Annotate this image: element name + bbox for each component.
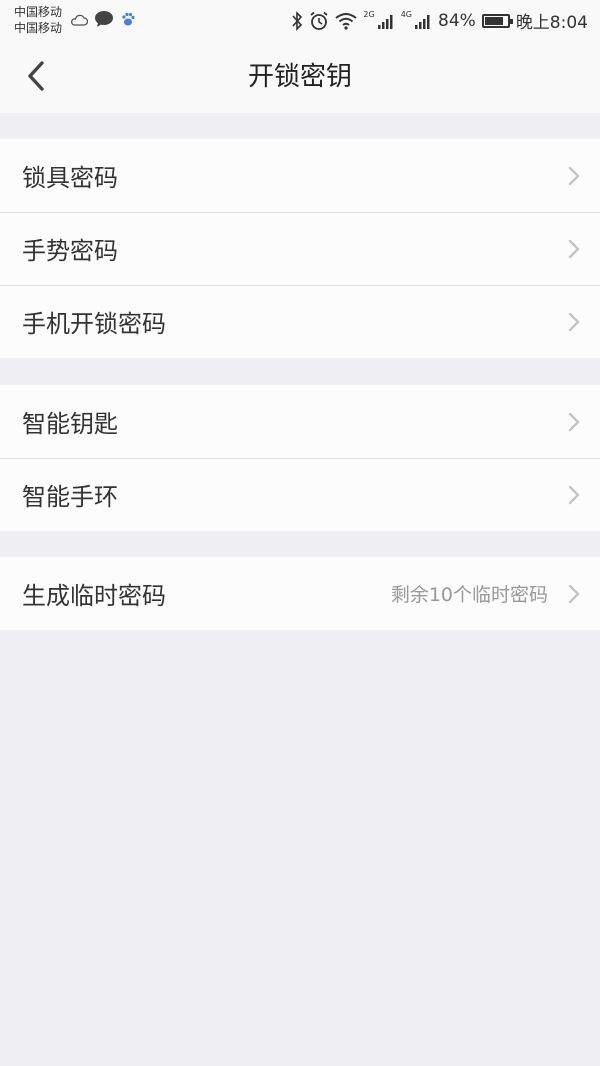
carrier-info: 中国移动 中国移动 <box>14 4 62 36</box>
phone-unlock-password-item[interactable]: 手机开锁密码 <box>0 285 600 358</box>
battery-level <box>484 16 503 25</box>
status-bar: 中国移动 中国移动 2G 4G 84% 晚上8:04 <box>0 0 600 40</box>
navigation-bar: 开锁密钥 <box>0 40 600 113</box>
network-type-2: 4G <box>400 9 413 19</box>
bluetooth-icon <box>291 10 303 31</box>
page-title: 开锁密钥 <box>247 62 352 92</box>
notification-icons <box>70 10 136 32</box>
paw-icon <box>120 11 136 31</box>
battery-percent: 84% <box>438 10 476 31</box>
wifi-icon <box>335 12 358 30</box>
signal-icon <box>414 12 432 30</box>
phone-unlock-password-label: 手机开锁密码 <box>22 310 166 338</box>
status-right: 2G 4G 84% 晚上8:04 <box>291 8 588 33</box>
generate-temp-password-item[interactable]: 生成临时密码 剩余10个临时密码 <box>0 557 600 630</box>
smart-key-item[interactable]: 智能钥匙 <box>0 385 600 458</box>
gesture-password-label: 手势密码 <box>22 237 118 265</box>
lock-password-item[interactable]: 锁具密码 <box>0 139 600 212</box>
cloud-icon <box>70 12 89 31</box>
chat-bubble-icon <box>94 10 114 32</box>
smart-band-item[interactable]: 智能手环 <box>0 458 600 531</box>
chevron-right-icon <box>568 485 580 505</box>
chevron-right-icon <box>568 584 580 604</box>
gesture-password-item[interactable]: 手势密码 <box>0 212 600 285</box>
generate-temp-password-label: 生成临时密码 <box>22 582 166 610</box>
settings-group-passwords: 锁具密码 手势密码 手机开锁密码 <box>0 139 600 358</box>
status-time: 晚上8:04 <box>515 13 588 33</box>
carrier-label-1: 中国移动 <box>14 5 63 19</box>
lock-password-label: 锁具密码 <box>22 164 118 192</box>
chevron-right-icon <box>568 166 580 186</box>
carrier-label-2: 中国移动 <box>14 21 63 35</box>
battery-icon <box>481 13 513 28</box>
chevron-right-icon <box>568 412 580 432</box>
alarm-icon <box>309 11 329 31</box>
settings-group-temp-password: 生成临时密码 剩余10个临时密码 <box>0 557 600 630</box>
smart-key-label: 智能钥匙 <box>22 410 118 438</box>
network-type-1: 2G <box>363 9 375 19</box>
smart-band-label: 智能手环 <box>22 483 118 511</box>
chevron-right-icon <box>568 239 580 259</box>
signal-icon <box>377 12 395 30</box>
chevron-right-icon <box>568 312 580 332</box>
settings-group-devices: 智能钥匙 智能手环 <box>0 385 600 531</box>
remaining-temp-passwords: 剩余10个临时密码 <box>390 584 548 606</box>
